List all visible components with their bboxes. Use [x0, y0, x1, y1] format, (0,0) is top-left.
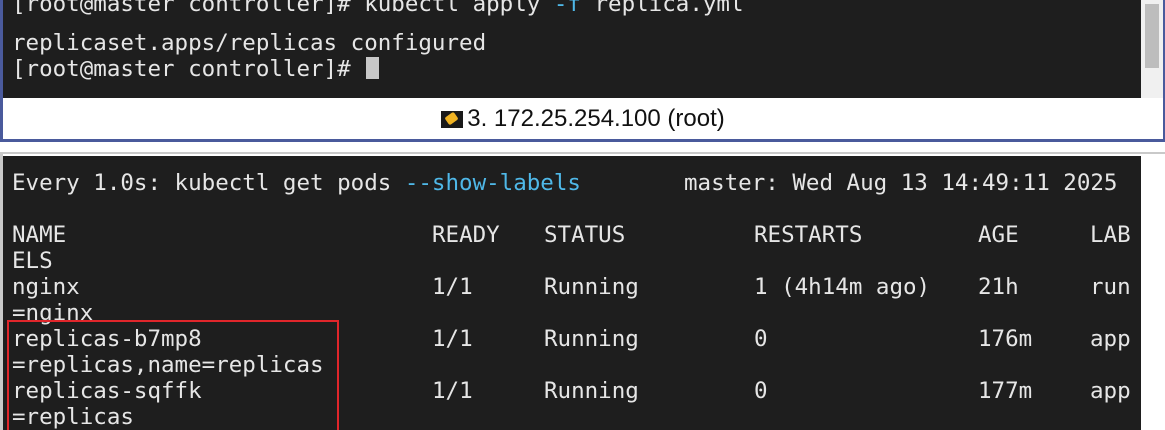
watch-status: master: Wed Aug 13 14:49:11 2025 — [684, 170, 1118, 196]
column-header-name: NAME — [12, 222, 67, 248]
top-terminal-scrollbar[interactable] — [1141, 0, 1163, 98]
column-header-status: STATUS — [544, 222, 626, 248]
pen-icon — [441, 111, 464, 128]
top-terminal-pane: [root@master controller]# kubectl apply … — [0, 0, 1165, 142]
column-header-ready: READY — [432, 222, 500, 248]
watch-header: Every 1.0s: kubectl get pods --show-labe… — [12, 170, 581, 196]
terminal-line-output: replicaset.apps/replicas configured — [12, 30, 487, 56]
watch-command: Every 1.0s: kubectl get pods — [12, 170, 405, 196]
command-text: kubectl apply — [364, 0, 554, 17]
column-header-age: AGE — [978, 222, 1019, 248]
pane-border — [0, 0, 3, 142]
pod-name: nginx — [12, 274, 80, 300]
column-header-labels: LAB — [1090, 222, 1131, 248]
pod-age: 177m — [978, 378, 1033, 404]
text-cursor — [366, 57, 380, 79]
pod-labels-wrap: =replicas,name=replicas — [12, 352, 324, 378]
session-tab-title[interactable]: 3. 172.25.254.100 (root) — [3, 98, 1163, 139]
pod-ready: 1/1 — [432, 326, 473, 352]
pod-ready: 1/1 — [432, 274, 473, 300]
pod-labels: app — [1090, 326, 1131, 352]
bottom-terminal-pane: Every 1.0s: kubectl get pods --show-labe… — [0, 152, 1165, 430]
pod-name: replicas-b7mp8 — [12, 326, 202, 352]
bottom-terminal-output[interactable]: Every 1.0s: kubectl get pods --show-labe… — [3, 156, 1141, 430]
pod-age: 21h — [978, 274, 1019, 300]
shell-prompt: [root@master controller]# — [12, 0, 365, 17]
pod-name: replicas-sqffk — [12, 378, 202, 404]
column-header-labels-wrap: ELS — [12, 248, 53, 274]
pod-labels-wrap: =replicas — [12, 404, 134, 430]
pane-divider — [0, 142, 1165, 152]
scrollbar-thumb[interactable] — [1145, 4, 1159, 68]
pod-restarts: 0 — [754, 326, 768, 352]
terminal-line-command: [root@master controller]# kubectl apply … — [12, 0, 744, 17]
pod-status: Running — [544, 274, 639, 300]
watch-flag: --show-labels — [404, 170, 581, 196]
pod-labels-wrap: =nginx — [12, 300, 94, 326]
pod-restarts: 0 — [754, 378, 768, 404]
command-argument: replica.yml — [580, 0, 744, 17]
pod-status: Running — [544, 378, 639, 404]
column-header-restarts: RESTARTS — [754, 222, 863, 248]
pod-age: 176m — [978, 326, 1033, 352]
pod-labels: app — [1090, 378, 1131, 404]
session-tab-label: 3. 172.25.254.100 (root) — [467, 104, 725, 132]
pod-status: Running — [544, 326, 639, 352]
terminal-line-prompt[interactable]: [root@master controller]# — [12, 56, 380, 82]
pod-restarts: 1 (4h14m ago) — [754, 274, 931, 300]
pane-border — [0, 152, 1165, 154]
pod-labels: run — [1090, 274, 1131, 300]
pod-ready: 1/1 — [432, 378, 473, 404]
top-terminal-output[interactable]: [root@master controller]# kubectl apply … — [3, 0, 1141, 98]
bottom-terminal-scrollbar[interactable] — [1141, 156, 1163, 430]
shell-prompt: [root@master controller]# — [12, 56, 365, 82]
command-flag: -f — [553, 0, 581, 17]
